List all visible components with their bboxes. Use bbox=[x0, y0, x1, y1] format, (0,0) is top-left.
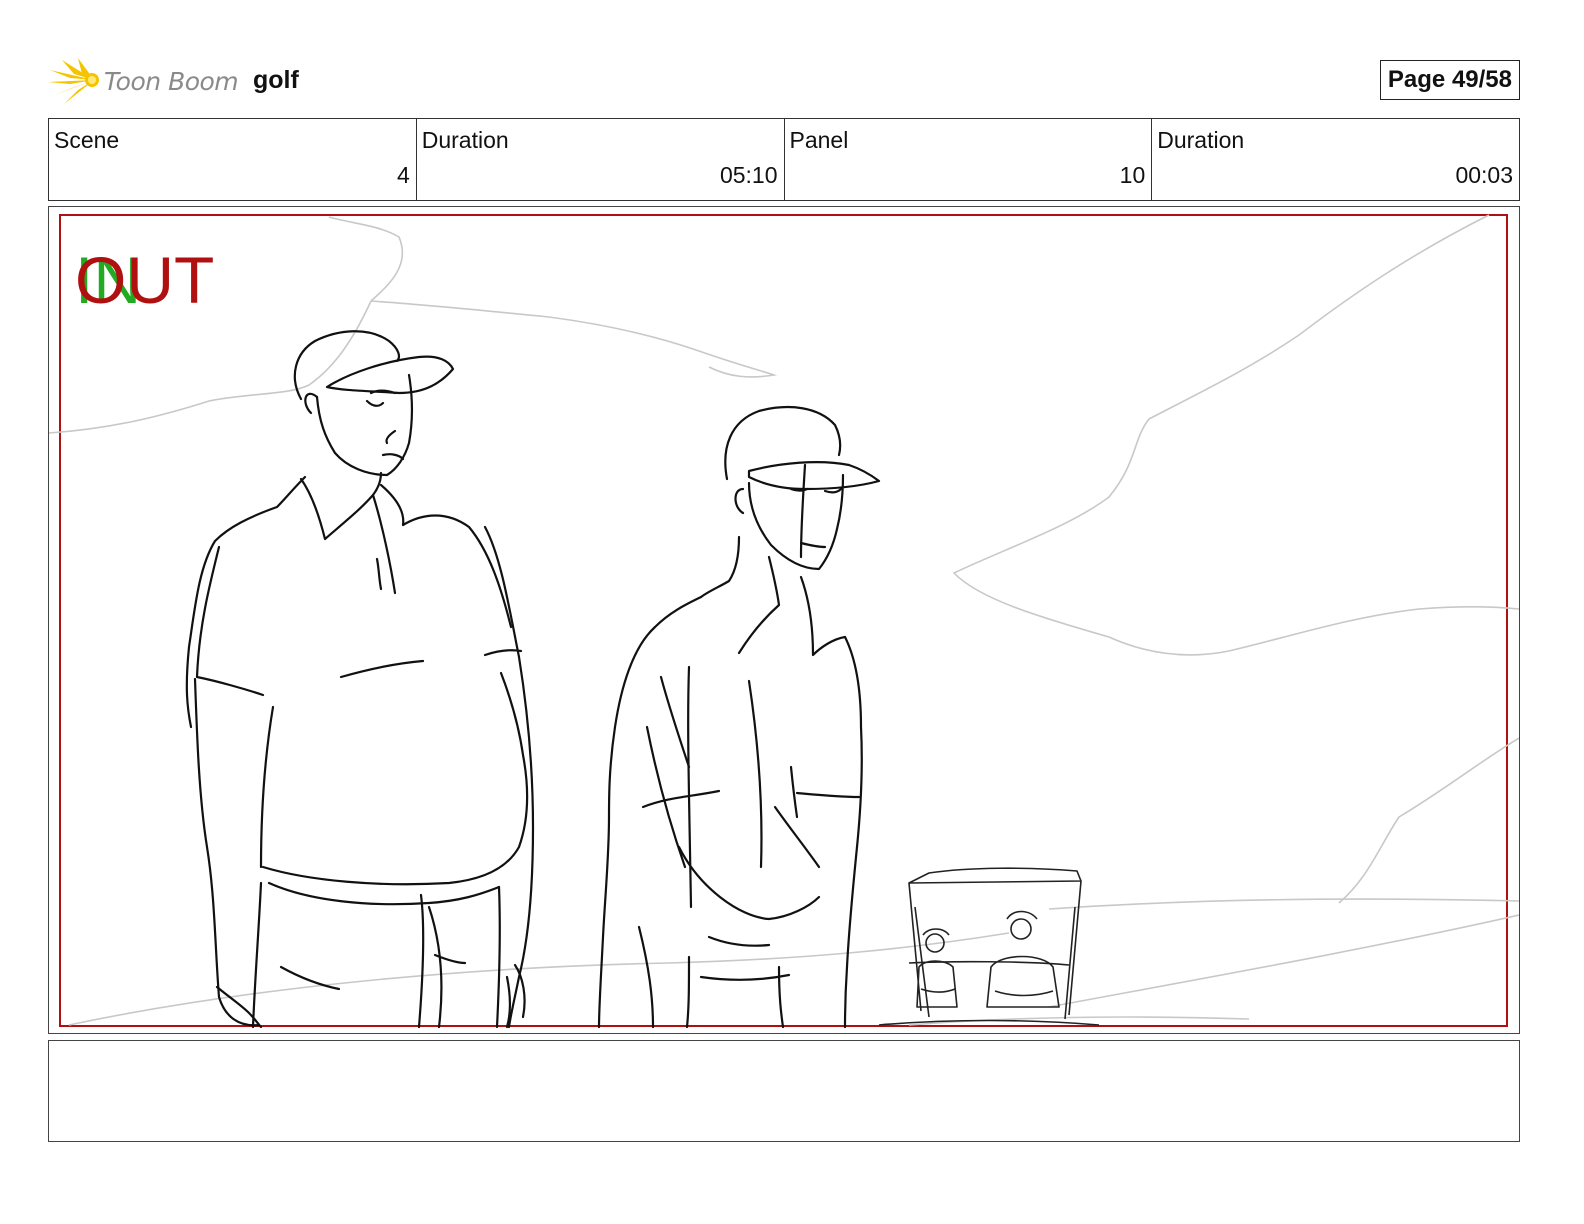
safe-frame bbox=[59, 214, 1508, 1027]
scene-info-table: Scene 4 Duration 05:10 Panel 10 Duration… bbox=[48, 118, 1520, 201]
panel-duration-cell: Duration 00:03 bbox=[1152, 119, 1519, 200]
scene-duration-cell: Duration 05:10 bbox=[417, 119, 785, 200]
character-left-sketch bbox=[185, 330, 535, 1029]
project-title: golf bbox=[253, 66, 299, 94]
panel-cell: Panel 10 bbox=[785, 119, 1153, 200]
panel-value: 10 bbox=[1119, 162, 1146, 188]
panel-label: Panel bbox=[789, 127, 849, 153]
page-indicator: Page 49/58 bbox=[1379, 60, 1520, 100]
panel-notes bbox=[48, 1040, 1520, 1142]
character-right-sketch bbox=[597, 405, 881, 1029]
scene-value: 4 bbox=[396, 162, 410, 188]
background-sketch bbox=[49, 214, 1519, 1026]
panel-sketch: IN OUT bbox=[49, 214, 1519, 1029]
storyboard-panel: IN OUT bbox=[48, 206, 1520, 1034]
scene-cell: Scene 4 bbox=[49, 119, 417, 200]
page-header: Toon Boom golf Page 49/58 bbox=[48, 52, 1520, 108]
brand-name: Toon Boom bbox=[104, 66, 239, 96]
scene-duration-label: Duration bbox=[421, 127, 509, 153]
toon-boom-logo: Toon Boom bbox=[48, 56, 239, 106]
panel-duration-label: Duration bbox=[1157, 127, 1245, 153]
starburst-logo-icon bbox=[48, 58, 99, 104]
scene-duration-value: 05:10 bbox=[719, 162, 778, 188]
scene-label: Scene bbox=[54, 127, 120, 153]
panel-duration-value: 00:03 bbox=[1455, 162, 1513, 188]
transition-out-label: OUT bbox=[75, 243, 214, 317]
